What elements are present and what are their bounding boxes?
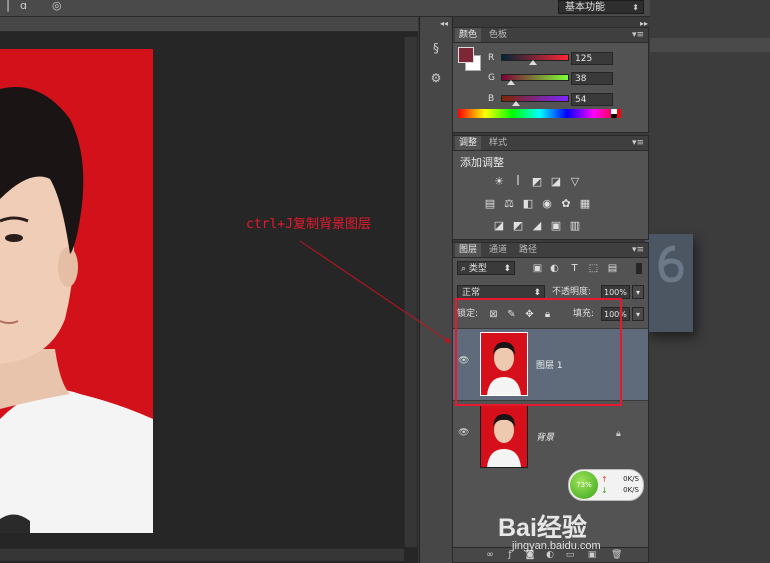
net-percent: 73% [570,471,598,499]
channel-mixer-icon[interactable]: ✿ [559,197,573,210]
adjustment-filter-icon[interactable]: ◐ [549,263,560,274]
adjustments-panel: 调整 样式 ▾≡ 添加调整 ☀ ꟾ ◩ ◪ ▽ ▤ ⚖ ◧ ◉ ✿ ▦ ◪ ◩ … [452,135,649,240]
tab-styles[interactable]: 样式 [485,136,511,150]
layer-thumbnail [480,404,528,468]
history-icon[interactable]: § [426,37,446,59]
trash-icon[interactable]: 🗑︎ [611,549,622,561]
fill-dropdown[interactable]: ▾ [632,307,644,321]
watermark-logo: Bai经验 [498,514,587,542]
photo-filter-icon[interactable]: ◉ [540,197,554,210]
tab-swatches[interactable]: 色板 [485,28,511,42]
input-r[interactable]: 125 [571,52,613,65]
portrait-image [0,49,153,533]
color-lookup-icon[interactable]: ▦ [578,197,592,210]
smart-object-filter-icon[interactable]: ▤ [607,263,618,274]
tab-layers[interactable]: 图层 [455,243,482,257]
vibrance-icon[interactable]: ▽ [568,175,582,188]
color-balance-icon[interactable]: ⚖ [502,197,516,210]
color-spectrum-bar[interactable] [458,109,621,118]
vertical-scrollbar[interactable] [404,37,417,547]
net-speed-widget[interactable]: 73% ↑ 0K/S ↓ 0K/S [568,469,644,501]
selective-color-icon[interactable]: ▣ [549,219,563,232]
lasso-icon[interactable]: ɑ [20,0,34,12]
gradient-map-icon[interactable]: ▥ [568,219,582,232]
channel-label-g: G [488,73,495,83]
input-b[interactable]: 54 [571,93,613,106]
color-panel: 颜色 色板 ▾≡ R 125 G 38 B 54 [452,27,649,133]
badge-digit-graphic [658,245,684,283]
updown-icon: ⬍ [632,3,639,12]
visibility-eye-icon[interactable]: 👁︎ [458,429,470,438]
threshold-icon[interactable]: ◢ [530,219,544,232]
tab-color[interactable]: 颜色 [455,28,482,42]
tab-paths[interactable]: 路径 [515,243,541,257]
posterize-icon[interactable]: ◩ [511,219,525,232]
black-white-icon[interactable]: ◧ [521,197,535,210]
slider-b-thumb[interactable] [512,101,520,106]
download-row: ↓ 0K/S [601,486,639,495]
exposure-icon[interactable]: ◪ [549,175,563,188]
panel-menu-icon[interactable]: ▾≡ [632,243,644,257]
upload-arrow-icon: ↑ [601,475,608,484]
workspace-label: 基本功能 [565,2,605,13]
background-bar [650,38,770,52]
tab-adjustments[interactable]: 调整 [455,136,482,150]
blend-mode-label: 正常 [462,288,481,298]
black-swatch[interactable] [611,114,617,118]
document-canvas[interactable] [0,49,153,533]
input-g[interactable]: 38 [571,72,613,85]
slider-g-thumb[interactable] [507,80,515,85]
adjustments-panel-tabs: 调整 样式 ▾≡ [453,136,648,151]
filter-kind-label: 类型 [468,264,487,274]
invert-icon[interactable]: ◪ [492,219,506,232]
layers-panel-tabs: 图层 通道 路径 ▾≡ [453,243,648,258]
updown-icon: ⬍ [503,264,511,274]
properties-icon[interactable]: ⚙ [426,67,446,89]
filter-toggle[interactable] [636,263,642,274]
color-panel-tabs: 颜色 色板 ▾≡ [453,28,648,43]
link-layers-icon[interactable]: ∞ [485,549,495,561]
brightness-contrast-icon[interactable]: ☀ [492,175,506,188]
blend-mode-select[interactable]: 正常 ⬍ [457,285,545,299]
workspace-select[interactable]: 基本功能 ⬍ [558,0,644,14]
annotation-text: ctrl+J复制背景图层 [246,217,371,232]
levels-icon[interactable]: ꟾ [511,175,525,188]
background-badge [645,234,693,332]
pixel-filter-icon[interactable]: ▣ [532,263,543,274]
options-bar: ▕ ɑ ◎ 基本功能 ⬍ [0,0,650,17]
tab-channels[interactable]: 通道 [485,243,511,257]
horizontal-scrollbar[interactable] [0,548,404,561]
layer-row-background[interactable]: 👁︎ 背景 🔒︎ [453,400,648,472]
layer-thumbnail-image [481,405,527,467]
upload-row: ↑ 0K/S [601,475,639,484]
layer-lock-icon: 🔒︎ [616,429,621,439]
slider-r-thumb[interactable] [529,60,537,65]
document-tab-bar [0,17,418,32]
shape-filter-icon[interactable]: ⬚ [588,263,599,274]
panel-menu-icon[interactable]: ▾≡ [632,136,644,150]
opacity-label: 不透明度: [552,287,592,297]
download-speed: 0K/S [623,486,639,494]
panel-menu-icon[interactable]: ▾≡ [632,28,644,42]
hue-saturation-icon[interactable]: ▤ [483,197,497,210]
panel-dock: ◂◂ § ⚙ [419,17,453,563]
layer-name[interactable]: 背景 [536,430,554,443]
opacity-dropdown[interactable]: ▾ [632,285,644,299]
channel-label-b: B [488,94,495,104]
channel-label-r: R [488,53,495,63]
adjustments-title: 添加调整 [460,156,504,169]
curves-icon[interactable]: ◩ [530,175,544,188]
search-icon: ⌕ [461,264,467,274]
watermark-url: jingyan.baidu.com [512,540,601,552]
opacity-input[interactable]: 100% [601,285,630,299]
download-arrow-icon: ↓ [601,486,608,495]
upload-speed: 0K/S [623,475,639,483]
pressure-icon[interactable]: ◎ [52,0,66,12]
highlight-box [455,298,622,406]
collapse-icon[interactable]: ◂◂ [440,19,448,28]
foreground-color-swatch[interactable] [458,47,474,63]
type-filter-icon[interactable]: T [569,263,580,274]
layer-filter-select[interactable]: ⌕ 类型 ⬍ [457,261,515,275]
tool-edge-icon[interactable]: ▕ [0,0,14,12]
